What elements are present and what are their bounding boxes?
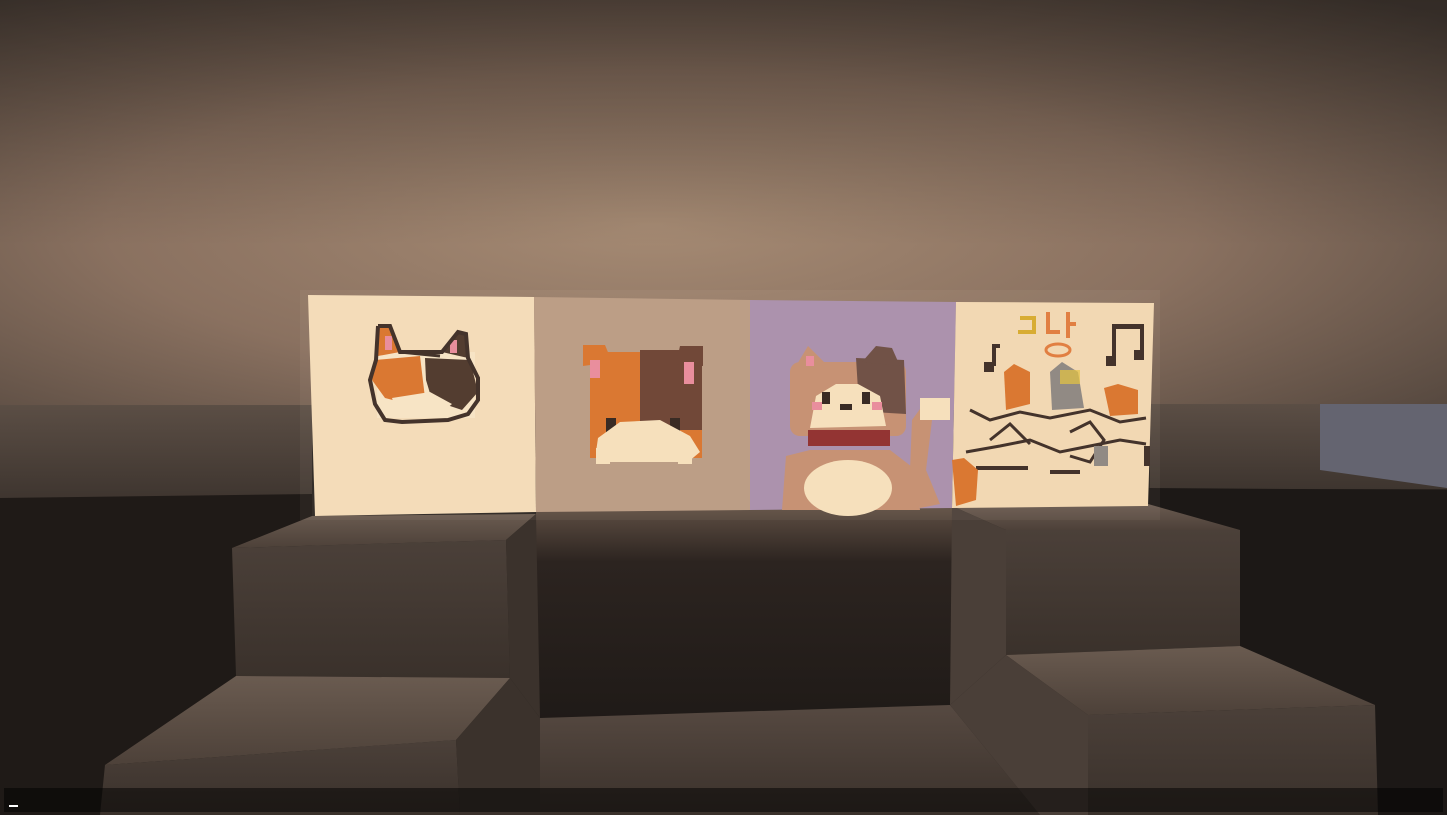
light-glow [300, 290, 1160, 520]
chat-cursor [9, 805, 18, 807]
right-step-upper-face [1006, 530, 1240, 655]
game-viewport[interactable] [0, 0, 1447, 815]
left-step-upper-face [232, 540, 510, 678]
chat-input-bar[interactable] [4, 788, 1443, 812]
pit [536, 508, 952, 723]
back-wall-left [0, 405, 312, 500]
